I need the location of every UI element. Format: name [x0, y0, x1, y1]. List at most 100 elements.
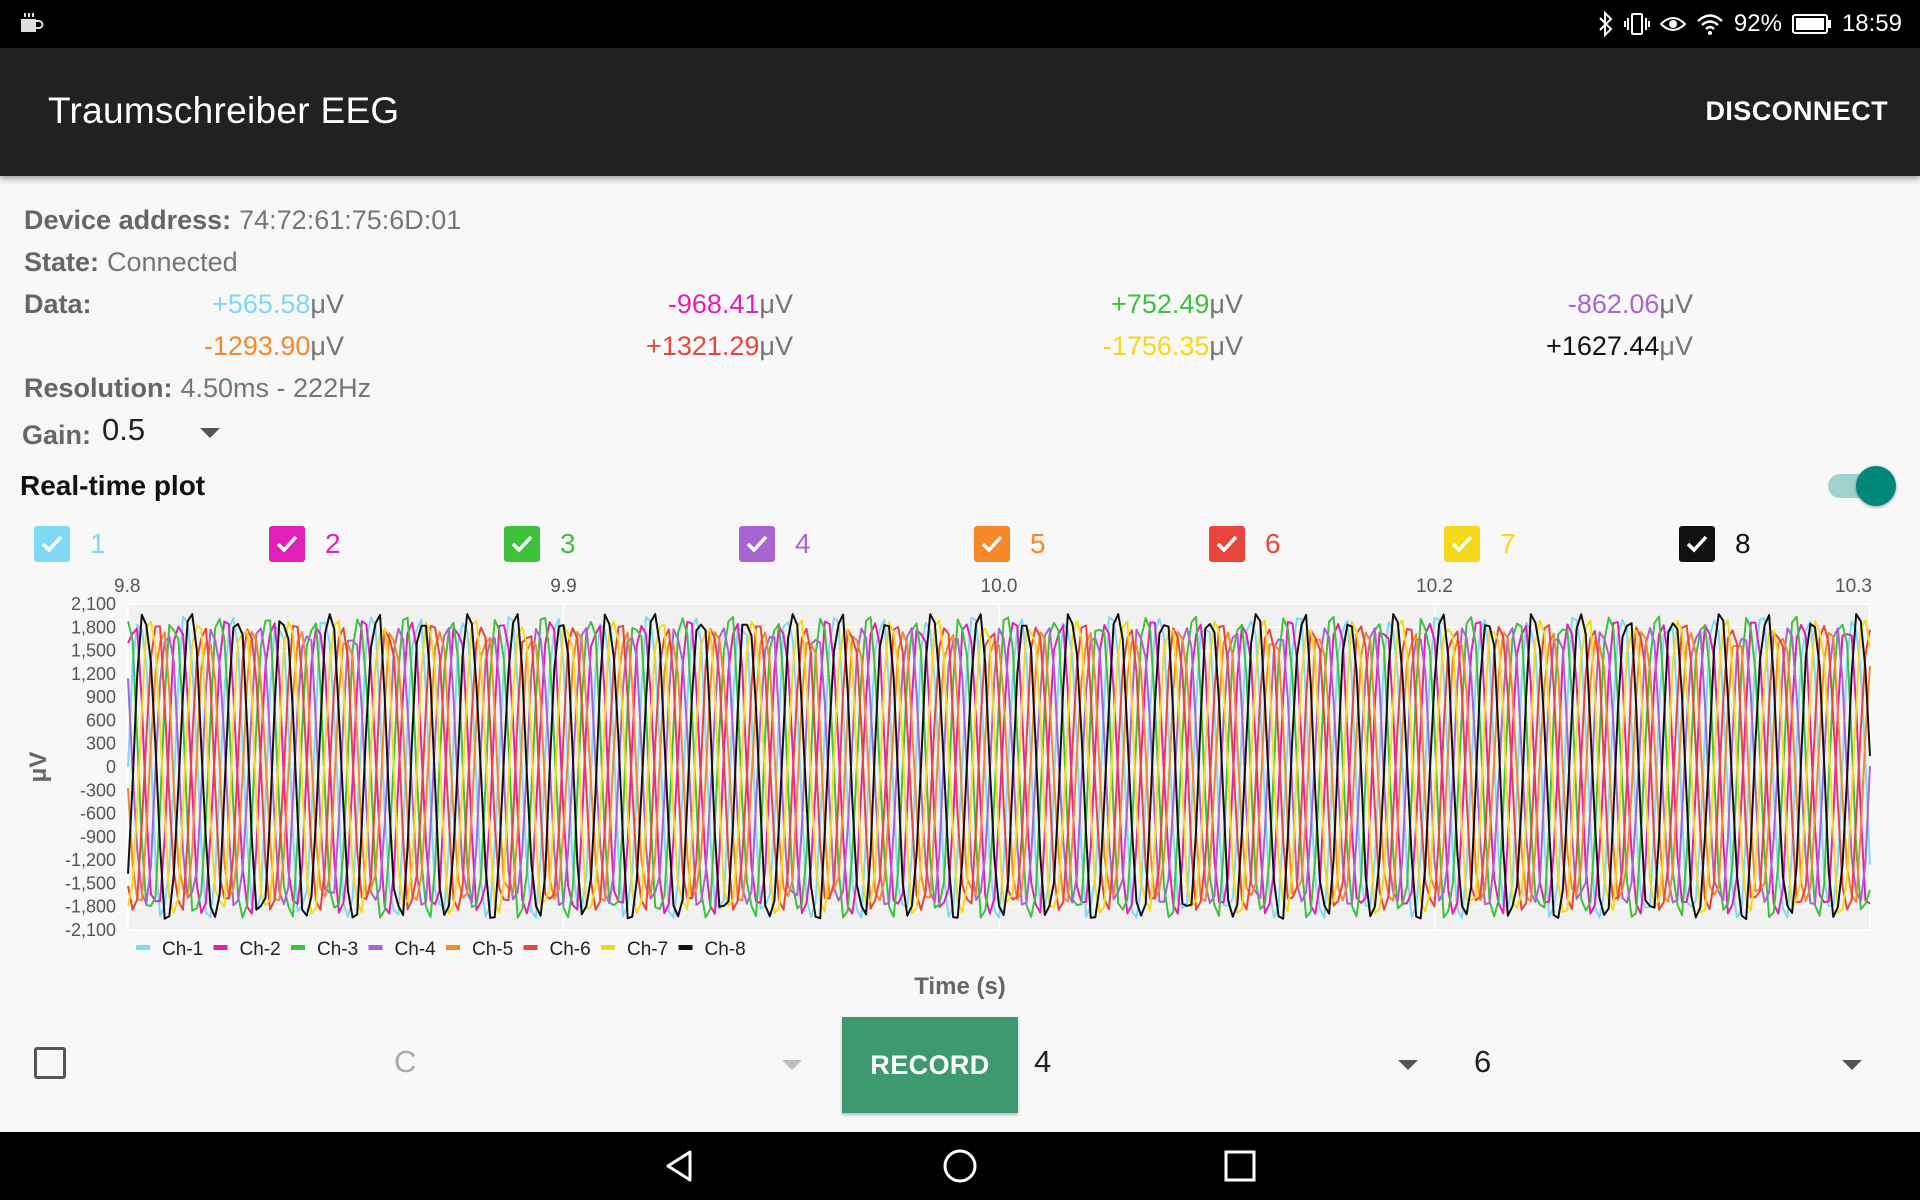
- home-icon[interactable]: [940, 1146, 980, 1186]
- channel-label: 4: [795, 528, 811, 559]
- data-value-ch1: +565.58μV: [84, 289, 344, 320]
- data-unit: μV: [310, 289, 344, 319]
- y-tick-label: 600: [86, 710, 116, 730]
- x-axis-ticks: 9.8 9.9 10.0 10.2 10.3: [114, 576, 1872, 597]
- spinner-4[interactable]: 4: [1034, 1040, 1434, 1090]
- data-value-ch5-number: -1293.90: [203, 331, 311, 361]
- data-value-ch6: +1321.29μV: [533, 331, 793, 362]
- clock: 18:59: [1841, 10, 1902, 37]
- legend-swatch: [523, 945, 538, 950]
- legend-label: Ch-6: [550, 939, 591, 960]
- switch-thumb: [1856, 466, 1896, 506]
- dropdown-arrow-icon: [200, 428, 220, 438]
- coffee-icon: [21, 13, 44, 32]
- x-tick-label: 9.8: [114, 576, 140, 597]
- channel-label: 1: [90, 528, 106, 559]
- data-value-ch4-number: -862.06: [1567, 289, 1660, 319]
- checkbox-box: [739, 526, 775, 562]
- spinner-6[interactable]: 6: [1474, 1040, 1874, 1090]
- channel-checkbox-7[interactable]: 7: [1444, 525, 1516, 563]
- eeg-realtime-chart[interactable]: 9.8 9.9 10.0 10.2 10.3 2,100 1,800 1,500 1,200 9…: [0, 570, 1920, 1010]
- y-tick-label: -300: [80, 780, 116, 800]
- checkmark-icon: [276, 535, 298, 553]
- state-row: State: Connected: [24, 247, 238, 278]
- channel-label: 8: [1735, 528, 1751, 559]
- checkmark-icon: [511, 535, 533, 553]
- data-unit: μV: [1659, 289, 1693, 319]
- checkbox-box: [1444, 526, 1480, 562]
- resolution-value: 4.50ms - 222Hz: [180, 373, 372, 403]
- channel-checkbox-6[interactable]: 6: [1209, 525, 1281, 563]
- y-tick-label: -1,500: [65, 873, 116, 893]
- y-tick-label: 0: [106, 757, 116, 777]
- checkmark-icon: [1216, 535, 1238, 553]
- y-tick-label: -1,800: [65, 897, 116, 917]
- channel-checkbox-3[interactable]: 3: [504, 525, 576, 563]
- spinner-6-value: 6: [1474, 1044, 1492, 1079]
- dropdown-arrow-icon: [782, 1060, 802, 1070]
- vibrate-icon: [1623, 13, 1650, 35]
- gain-label: Gain:: [22, 420, 92, 450]
- back-icon[interactable]: [660, 1146, 700, 1186]
- legend-swatch: [291, 945, 305, 950]
- checkbox-box: [269, 526, 305, 562]
- data-row: Data:: [24, 289, 92, 320]
- channel-label: 3: [560, 528, 576, 559]
- y-tick-label: 2,100: [71, 594, 116, 614]
- data-unit: μV: [310, 331, 344, 361]
- realtime-plot-switch[interactable]: [1826, 464, 1896, 508]
- channel-checkbox-1[interactable]: 1: [34, 525, 106, 563]
- data-value-ch6-number: +1321.29: [646, 331, 760, 361]
- checkbox-box: [1679, 526, 1715, 562]
- disconnect-button[interactable]: DISCONNECT: [1705, 96, 1888, 127]
- chart-legend: Ch-1 Ch-2 Ch-3 Ch-4 Ch-5 Ch-6 Ch-7 Ch-8: [136, 939, 746, 960]
- state-value: Connected: [107, 247, 238, 277]
- legend-swatch: [446, 945, 460, 950]
- data-unit: μV: [759, 331, 793, 361]
- navigation-bar: [0, 1132, 1920, 1200]
- data-value-ch8-number: +1627.44: [1546, 331, 1660, 361]
- data-unit: μV: [759, 289, 793, 319]
- checkbox-box: [1209, 526, 1245, 562]
- checkmark-icon: [1451, 535, 1473, 553]
- data-value-ch5: -1293.90μV: [84, 331, 344, 362]
- gain-dropdown[interactable]: 0.5: [102, 412, 232, 454]
- checkbox-box: [34, 526, 70, 562]
- data-unit: μV: [1209, 331, 1243, 361]
- record-button[interactable]: RECORD: [842, 1017, 1018, 1113]
- realtime-plot-title: Real-time plot: [20, 470, 206, 501]
- device-address-label: Device address:: [24, 205, 232, 235]
- channel-checkbox-5[interactable]: 5: [974, 525, 1046, 563]
- legend-label: Ch-2: [240, 939, 281, 960]
- label-spinner[interactable]: C: [390, 1040, 810, 1090]
- checkbox-box: [504, 526, 540, 562]
- x-tick-label: 10.3: [1835, 576, 1872, 597]
- legend-swatch: [213, 945, 228, 950]
- legend-label: Ch-8: [705, 939, 746, 960]
- spinner-4-value: 4: [1034, 1044, 1052, 1079]
- app-bar: Traumschreiber EEG DISCONNECT: [0, 48, 1920, 176]
- channel-label: 7: [1500, 528, 1516, 559]
- channel-checkbox-8[interactable]: 8: [1679, 525, 1751, 563]
- dropdown-arrow-icon: [1398, 1060, 1418, 1070]
- channel-checkbox-2[interactable]: 2: [269, 525, 341, 563]
- y-tick-label: -900: [80, 827, 116, 847]
- battery-percent: 92%: [1733, 10, 1782, 37]
- y-axis-ticks: 2,100 1,800 1,500 1,200 900 600 300 0 -300 -600 -9…: [65, 594, 116, 940]
- recents-icon[interactable]: [1220, 1146, 1260, 1186]
- battery-icon: [1791, 14, 1831, 34]
- record-enable-checkbox[interactable]: [34, 1047, 66, 1079]
- channel-checkbox-4[interactable]: 4: [739, 525, 811, 563]
- gain-value: 0.5: [102, 412, 146, 447]
- resolution-label: Resolution:: [24, 373, 173, 403]
- state-label: State:: [24, 247, 100, 277]
- x-tick-label: 10.2: [1416, 576, 1453, 597]
- data-value-ch2-number: -968.41: [667, 289, 760, 319]
- bluetooth-icon: [1599, 11, 1613, 37]
- data-value-ch8: +1627.44μV: [1433, 331, 1693, 362]
- y-tick-label: 1,500: [71, 641, 116, 661]
- eye-icon: [1659, 17, 1686, 31]
- resolution-row: Resolution: 4.50ms - 222Hz: [24, 373, 371, 404]
- y-tick-label: -2,100: [65, 920, 116, 940]
- x-axis-label: Time (s): [914, 973, 1006, 1000]
